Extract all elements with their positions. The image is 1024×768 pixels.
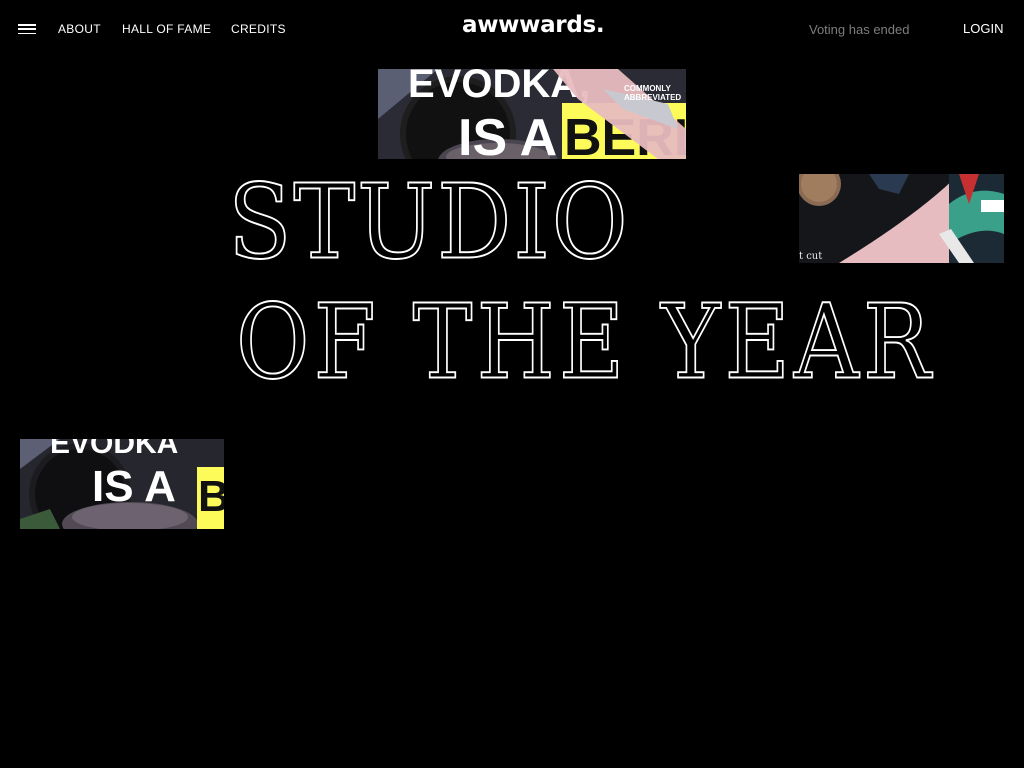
thumbnail-top-caption-1: COMMONLY: [624, 84, 671, 93]
voting-status-text: Voting has ended: [809, 22, 910, 37]
awwwards-logo[interactable]: awwwards.: [462, 12, 605, 38]
top-navigation-bar: ABOUT HALL OF FAME CREDITS awwwards. Vot…: [0, 0, 1024, 60]
project-thumbnail-right[interactable]: t cut: [799, 174, 1004, 263]
project-thumbnail-left[interactable]: EVODKA IS A B: [20, 439, 224, 529]
thumbnail-left-headline-2: IS A: [92, 462, 176, 511]
project-thumbnail-top[interactable]: EVODKA, IS A BERL COMMONLY ABBREVIATED: [378, 69, 686, 159]
project-thumbnail-top-artwork: EVODKA, IS A BERL COMMONLY ABBREVIATED: [378, 69, 686, 159]
thumbnail-right-caption: t cut: [799, 251, 822, 262]
project-thumbnail-left-artwork: EVODKA IS A B: [20, 439, 224, 529]
thumbnail-top-caption-2: ABBREVIATED: [624, 93, 681, 102]
hero-title-line-2: OF THE YEAR: [235, 283, 935, 403]
thumbnail-left-headline-3: B: [198, 472, 224, 521]
nav-credits-link[interactable]: CREDITS: [231, 22, 286, 36]
thumbnail-top-headline-2: IS A: [458, 109, 557, 159]
nav-about-link[interactable]: ABOUT: [58, 22, 101, 36]
page: ABOUT HALL OF FAME CREDITS awwwards. Vot…: [0, 0, 1024, 768]
nav-hall-of-fame-link[interactable]: HALL OF FAME: [122, 22, 211, 36]
hero-title-line-1: STUDIO: [227, 163, 630, 283]
login-link[interactable]: LOGIN: [963, 21, 1003, 36]
project-thumbnail-right-artwork: t cut: [799, 174, 1004, 263]
hamburger-menu-icon[interactable]: [18, 24, 36, 36]
thumbnail-left-headline-1: EVODKA: [50, 439, 178, 460]
